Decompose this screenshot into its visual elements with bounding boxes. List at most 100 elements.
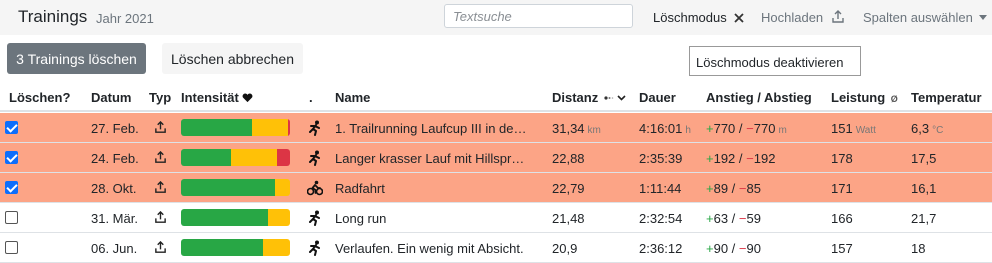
table-row[interactable]: 24. Feb. Langer krasser Lauf mit Hillspr…… [0,143,992,173]
intensity-segment-yellow [262,239,290,256]
training-name-link[interactable]: Langer krasser Lauf mit Hillspr… [335,151,524,166]
upload-icon [154,240,167,257]
power-cell: 166 [831,211,853,226]
table-row[interactable]: 27. Feb. 1. Trailrunning Laufcup III in d… [0,113,992,143]
page-subtitle: Jahr 2021 [96,11,154,26]
intensity-segment-green [181,119,252,136]
descent-value: 770 [753,121,776,136]
intensity-segment-green [181,149,232,166]
distance-cell: 20,9 [552,241,577,256]
ascent-descent-cell: +770 / −770 m [706,121,787,136]
intensity-bar [181,119,290,136]
intensity-segment-green [181,179,275,196]
duration-cell: 2:32:54 [639,211,682,226]
delete-checkbox[interactable] [5,211,18,224]
upload-icon [154,210,167,227]
running-icon [307,120,323,139]
delete-checkbox[interactable] [5,241,18,254]
ascent-descent-cell: +192 / −192 [706,151,776,166]
training-name-link[interactable]: Radfahrt [335,181,385,196]
column-header-name[interactable]: Name [335,90,370,105]
search-input[interactable] [444,4,633,28]
delete-checkbox[interactable] [5,151,18,164]
distance-value: 21,48 [552,211,585,226]
power-unit: Watt [855,125,876,136]
distance-value: 22,79 [552,181,585,196]
table-row[interactable]: 28. Okt. Radfahrt 22,79 1:11:44 +89 / −85 171… [0,173,992,203]
duration-value: 2:32:54 [639,211,683,226]
column-header-distance[interactable]: Distanz [552,90,627,105]
training-name-link[interactable]: Verlaufen. Ein wenig mit Absicht. [335,241,524,256]
upload-label: Hochladen [761,10,824,25]
intensity-segment-yellow [251,119,288,136]
average-symbol: Ø [890,94,898,104]
column-header-ascent[interactable]: Anstieg / Abstieg [706,90,812,105]
power-value: 157 [831,241,853,256]
descent-value: 90 [746,241,761,256]
heart-icon [242,93,253,102]
delete-trainings-button[interactable]: 3 Trainings löschen [7,43,146,74]
temperature-cell: 18 [911,241,925,256]
close-icon[interactable] [734,12,744,23]
date-cell: 31. Mär. [91,211,138,226]
power-cell: 178 [831,151,853,166]
distance-unit: km [587,125,601,136]
column-header-intensity[interactable]: Intensität [181,90,253,105]
column-header-power[interactable]: Leistung Ø [831,90,898,105]
power-value: 166 [831,211,853,226]
table-header: Löschen? Datum Typ Intensität . Name Dis… [0,82,992,112]
power-cell: 157 [831,241,853,256]
running-icon [307,210,323,229]
distance-value: 31,34 [552,121,585,136]
page-title: Trainings [18,7,88,26]
caret-down-icon [979,14,988,20]
training-name-link[interactable]: 1. Trailrunning Laufcup III in de… [335,121,527,136]
ascent-value: 192 [713,151,736,166]
delete-checkbox[interactable] [5,181,18,194]
intensity-bar [181,149,290,166]
upload-icon [154,120,167,137]
sort-dots-icon [604,95,614,100]
upload-button[interactable]: Hochladen [761,9,845,25]
ascent-descent-cell: +63 / −59 [706,211,761,226]
column-header-delete: Löschen? [9,90,71,105]
intensity-segment-green [181,209,269,226]
power-value: 171 [831,181,853,196]
upload-icon [832,9,844,23]
ascent-value: 770 [713,121,736,136]
date-cell: 06. Jun. [91,241,138,256]
power-value: 178 [831,151,853,166]
date-cell: 24. Feb. [91,151,139,166]
delete-mode-tooltip: Löschmodus deaktivieren [689,46,861,76]
delete-checkbox[interactable] [5,121,18,134]
duration-value: 1:11:44 [639,181,682,196]
duration-cell: 2:35:39 [639,151,682,166]
descent-value: 85 [746,181,761,196]
temperature-cell: 16,1 [911,181,936,196]
duration-cell: 2:36:12 [639,241,682,256]
ascent-unit: m [778,125,787,136]
column-header-type[interactable]: Typ [149,90,171,105]
ascent-value: 90 [713,241,729,256]
training-name-link[interactable]: Long run [335,211,386,226]
column-header-power-label: Leistung [831,90,886,105]
column-header-temperature[interactable]: Temperatur [911,90,982,105]
column-header-sport[interactable]: . [309,90,313,105]
intensity-segment-yellow [268,209,290,226]
table-row[interactable]: 06. Jun. Verlaufen. Ein wenig mit Absicht… [0,233,992,263]
duration-value: 2:35:39 [639,151,683,166]
distance-value: 22,88 [552,151,585,166]
temperature-value: 21,7 [911,211,937,226]
power-cell: 151 Watt [831,121,876,136]
descent-value: 192 [753,151,776,166]
temperature-value: 16,1 [911,181,937,196]
distance-cell: 31,34 km [552,121,601,136]
columns-dropdown[interactable]: Spalten auswählen [863,10,988,25]
table-row[interactable]: 31. Mär. Long run 21,48 2:32:54 +63 / −59 166… [0,203,992,233]
column-header-date[interactable]: Datum [91,90,131,105]
delete-mode-toggle[interactable]: Löschmodus [653,10,744,25]
column-header-duration[interactable]: Dauer [639,90,676,105]
columns-label: Spalten auswählen [863,10,973,25]
distance-cell: 21,48 [552,211,585,226]
cancel-delete-button[interactable]: Löschen abbrechen [162,43,303,74]
